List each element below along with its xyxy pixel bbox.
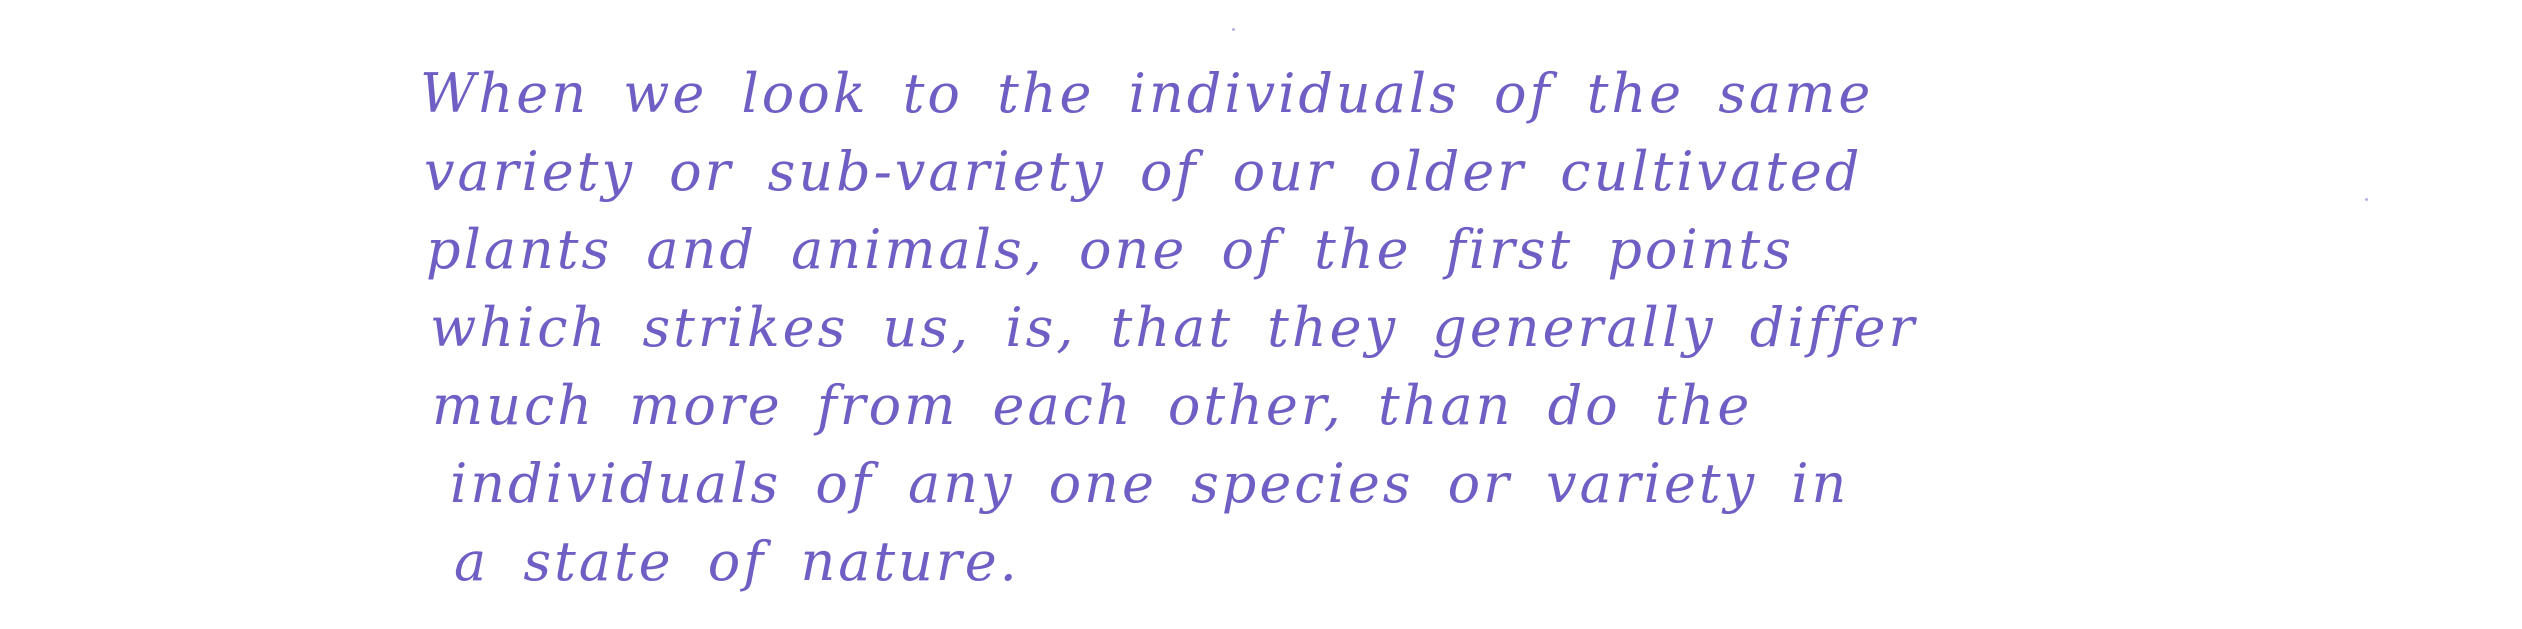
handwritten-line-1: When we look to the individuals of the s… (420, 62, 1874, 125)
handwritten-page: When we look to the individuals of the s… (0, 0, 2522, 629)
handwritten-line-6: individuals of any one species or variet… (450, 452, 1850, 515)
handwritten-line-4: which strikes us, is, that they generall… (430, 296, 1918, 359)
handwritten-line-2: variety or sub-variety of our older cult… (424, 140, 1863, 203)
handwritten-line-3: plants and animals, one of the first poi… (426, 218, 1794, 281)
handwritten-line-5: much more from each other, than do the (432, 374, 1753, 437)
handwritten-text-block: When we look to the individuals of the s… (420, 55, 2320, 601)
handwritten-line-7: a state of nature. (454, 530, 1020, 593)
paper-speck (2365, 198, 2368, 201)
paper-speck (1232, 28, 1235, 31)
